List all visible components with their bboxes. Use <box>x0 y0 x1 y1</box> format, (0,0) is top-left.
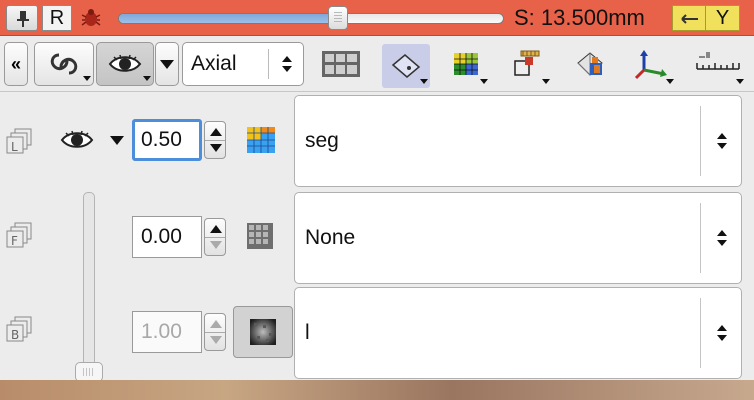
view-name-label: R <box>42 5 72 31</box>
reformat-dropdown-arrow <box>666 79 674 84</box>
eye-icon <box>108 54 142 72</box>
background-noise-icon <box>250 319 276 345</box>
slice-plane-icon <box>391 54 421 78</box>
foreground-grid-icon[interactable] <box>246 222 274 250</box>
link-arrow-icon <box>681 14 698 24</box>
slice-offset-readout[interactable]: S: 13.500mm <box>512 4 666 32</box>
layer-panel: L 0.50 seg F 0.00 None B 1.00 l <box>0 92 754 400</box>
background-noise-button[interactable] <box>233 306 293 358</box>
label-opacity-stepper[interactable] <box>204 121 226 159</box>
crop-dropdown-arrow <box>542 79 550 84</box>
layout-grid-icon <box>322 51 360 77</box>
foreground-volume-select[interactable]: None <box>294 192 742 284</box>
updown-icon <box>717 133 727 149</box>
stepper-divider <box>205 332 225 333</box>
axis-letter[interactable]: Y <box>706 5 740 31</box>
orientation-updown-icon <box>282 56 292 72</box>
orientation-select[interactable]: Axial <box>182 42 304 86</box>
pin-button[interactable] <box>6 5 38 31</box>
stepper-divider <box>205 140 225 141</box>
label-map-dropdown-arrow <box>480 79 488 84</box>
background-layer-letter: B <box>11 328 19 342</box>
foreground-opacity-value[interactable]: 0.00 <box>132 216 202 258</box>
visibility-dropdown-arrow <box>143 76 151 81</box>
slice-toolbar: « Axial <box>0 36 754 92</box>
label-grid-icon[interactable] <box>246 126 276 154</box>
background-opacity-stepper <box>204 313 226 351</box>
crop-button[interactable] <box>502 40 552 88</box>
foreground-opacity-stepper[interactable] <box>204 218 226 256</box>
background-opacity-value: 1.00 <box>132 311 202 353</box>
slice-offset-slider[interactable] <box>118 13 504 24</box>
chevron-down-icon <box>160 59 174 69</box>
background-layer-icon: B <box>6 316 32 342</box>
ruler-button[interactable] <box>690 40 746 88</box>
collapse-icon: « <box>10 53 21 74</box>
combo-divider <box>700 203 701 273</box>
foreground-volume-value: None <box>305 226 356 249</box>
slice-plane-button[interactable] <box>382 44 430 88</box>
background-volume-value: l <box>305 321 310 344</box>
label-layer-letter: L <box>11 140 18 154</box>
eye-icon[interactable] <box>60 130 94 150</box>
layer-fade-slider-handle[interactable] <box>75 362 103 382</box>
bug-icon <box>81 9 101 26</box>
label-grid-icon <box>454 53 478 75</box>
label-opacity-value[interactable]: 0.50 <box>132 119 202 161</box>
label-outline-dropdown-arrow[interactable] <box>110 136 124 145</box>
slice-offset-slider-handle[interactable] <box>328 6 349 30</box>
background-opacity-spinbox: 1.00 <box>132 311 230 353</box>
ruler-dropdown-arrow <box>736 79 744 84</box>
link-views-dropdown-arrow <box>83 76 91 81</box>
link-rings-icon <box>50 53 78 75</box>
foreground-layer-letter: F <box>11 234 18 248</box>
reformat-button[interactable] <box>626 40 676 88</box>
ruler-icon <box>696 52 740 70</box>
updown-icon <box>717 230 727 246</box>
updown-icon <box>717 325 727 341</box>
visibility-menu-button[interactable] <box>155 42 179 86</box>
label-opacity-spinbox[interactable]: 0.50 <box>132 119 230 161</box>
label-layer-icon: L <box>6 128 32 154</box>
link-views-button[interactable] <box>34 42 94 86</box>
orientation-divider <box>268 49 269 79</box>
label-volume-value: seg <box>305 129 339 152</box>
label-volume-select[interactable]: seg <box>294 95 742 187</box>
slice-plane-dropdown-arrow <box>420 79 428 84</box>
pin-icon <box>17 11 29 27</box>
visibility-button[interactable] <box>96 42 154 86</box>
combo-divider <box>700 298 701 368</box>
crop-icon <box>514 50 540 76</box>
slice-offset-slider-fill <box>119 14 338 23</box>
slice-view-image-strip <box>0 380 754 400</box>
combo-divider <box>700 106 701 176</box>
volume-render-icon <box>577 52 603 76</box>
layout-button[interactable] <box>316 40 366 88</box>
stepper-divider <box>205 237 225 238</box>
foreground-opacity-spinbox[interactable]: 0.00 <box>132 216 230 258</box>
link-button[interactable] <box>672 5 706 31</box>
collapse-button[interactable]: « <box>4 42 28 86</box>
volume-render-button[interactable] <box>566 40 616 88</box>
foreground-layer-icon: F <box>6 222 32 248</box>
axes-icon <box>634 50 667 80</box>
background-volume-select[interactable]: l <box>294 287 742 379</box>
slice-controller-bar: R S: 13.500mm Y <box>0 0 754 36</box>
label-map-button[interactable] <box>442 40 490 88</box>
orientation-value: Axial <box>191 52 237 75</box>
layer-fade-slider[interactable] <box>83 192 95 372</box>
